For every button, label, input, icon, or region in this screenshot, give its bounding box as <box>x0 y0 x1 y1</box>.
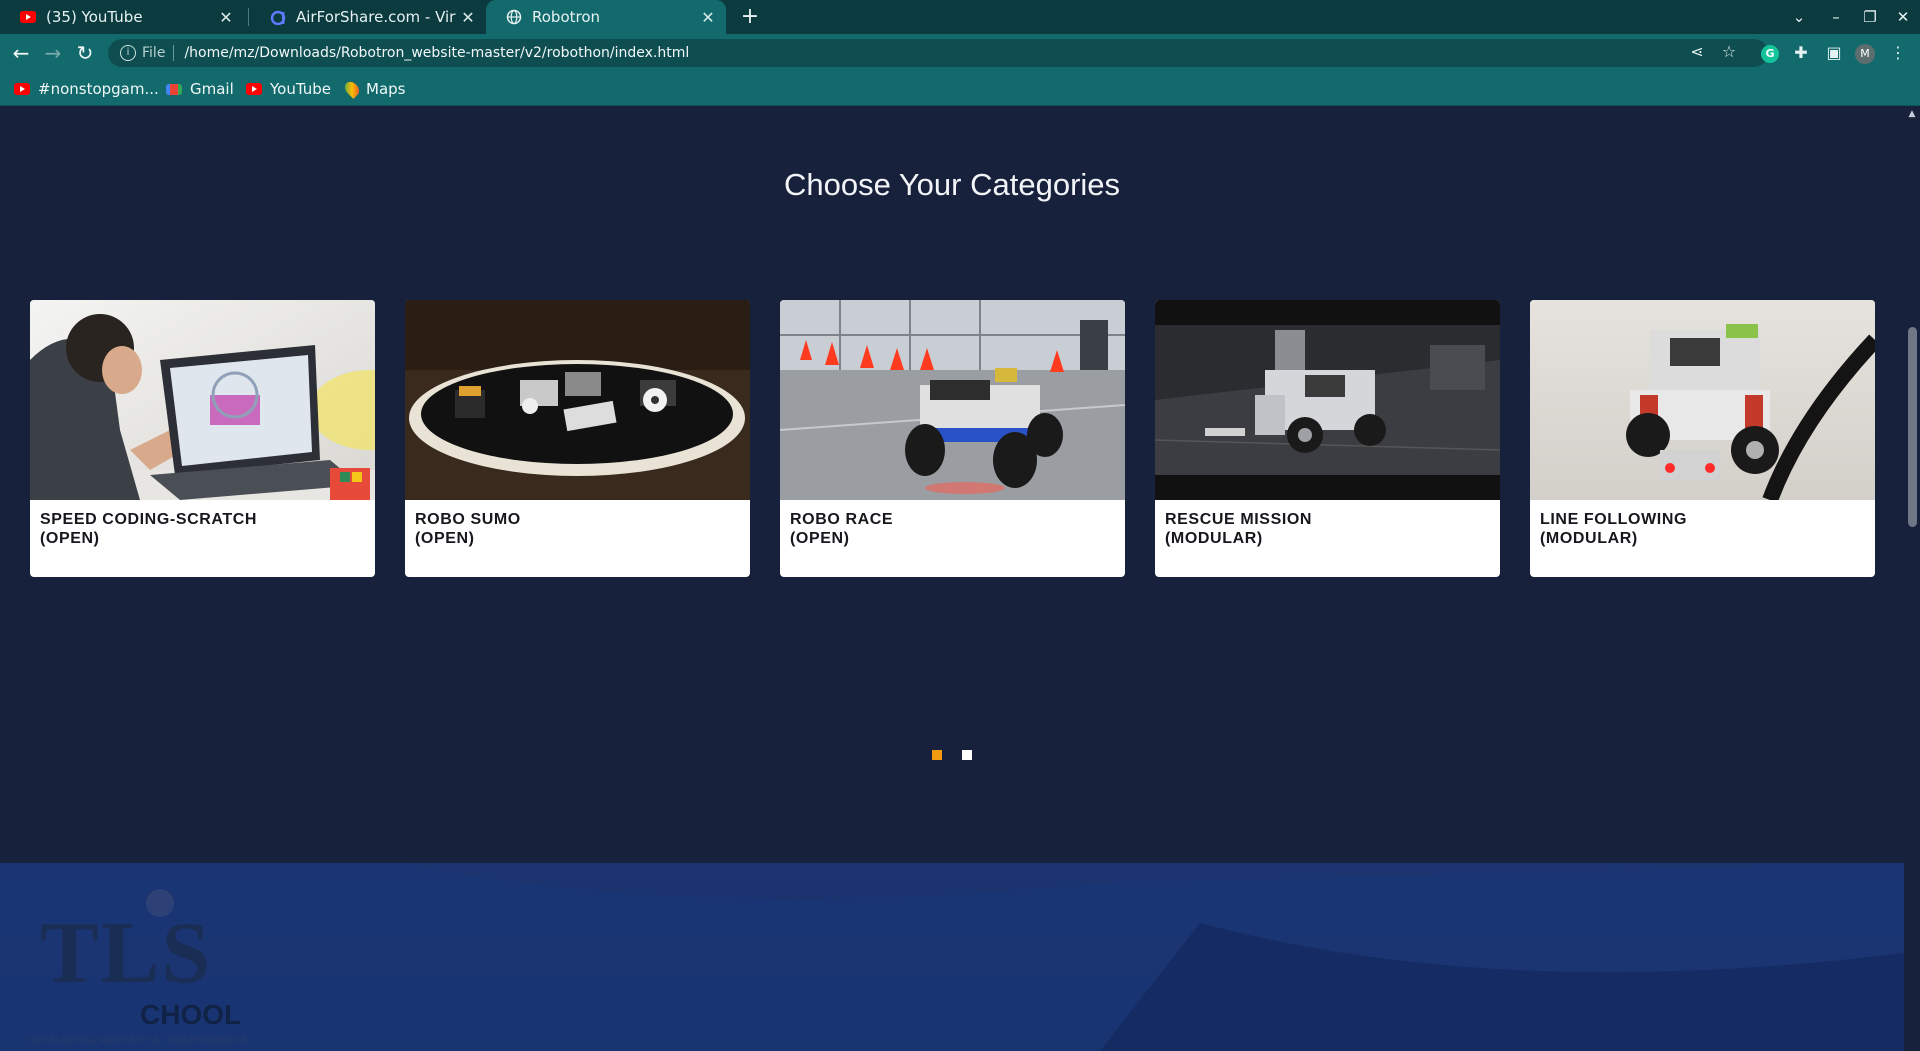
category-type: (OPEN) <box>790 530 850 547</box>
youtube-icon <box>14 83 30 95</box>
bookmark-label: Maps <box>366 80 406 98</box>
tab-title: Robotron <box>532 8 601 26</box>
new-tab-button[interactable]: + <box>736 3 764 31</box>
category-type: (MODULAR) <box>1165 530 1263 547</box>
tab-youtube[interactable]: (35) YouTube ✕ <box>0 0 244 34</box>
bookmarks-bar: #nonstopgam... Gmail YouTube Maps <box>0 72 1920 106</box>
restore-icon[interactable]: ❐ <box>1853 0 1887 34</box>
category-name: SPEED CODING-SCRATCH <box>40 511 258 528</box>
youtube-icon <box>20 11 36 23</box>
forward-icon[interactable]: → <box>38 38 68 68</box>
category-card-robo-sumo[interactable]: ROBO SUMO (OPEN) <box>405 300 750 577</box>
category-type: (MODULAR) <box>1540 530 1638 547</box>
close-window-icon[interactable]: ✕ <box>1886 0 1920 34</box>
close-tab-icon[interactable]: ✕ <box>456 8 480 27</box>
category-type: (OPEN) <box>40 530 100 547</box>
bookmark-maps[interactable]: Maps <box>342 79 406 99</box>
close-tab-icon[interactable]: ✕ <box>214 8 238 27</box>
lego-line-follower-photo <box>1530 300 1875 500</box>
gmail-icon <box>166 83 182 95</box>
page-scrollbar[interactable]: ▲ <box>1904 107 1920 1051</box>
category-name: RESCUE MISSION <box>1165 511 1313 528</box>
boy-with-laptop-photo <box>30 300 375 500</box>
close-tab-icon[interactable]: ✕ <box>696 8 720 27</box>
category-card-robo-race[interactable]: ROBO RACE (OPEN) <box>780 300 1125 577</box>
category-card-rescue-mission[interactable]: RESCUE MISSION (MODULAR) <box>1155 300 1500 577</box>
tab-robotron[interactable]: Robotron ✕ <box>486 0 726 34</box>
section-title: Choose Your Categories <box>783 167 1121 202</box>
address-url: /home/mz/Downloads/Robotron_website-mast… <box>184 45 690 61</box>
bookmark-gmail[interactable]: Gmail <box>166 79 234 99</box>
bookmark-star-icon[interactable]: ☆ <box>1715 38 1743 66</box>
maps-icon <box>342 79 362 99</box>
tab-title: (35) YouTube <box>46 8 143 26</box>
logo-text: TLS <box>40 905 213 1002</box>
tab-airforshare[interactable]: AirForShare.com - Virtual ✕ <box>250 0 486 34</box>
bookmark-label: YouTube <box>270 80 331 98</box>
bookmark-label: Gmail <box>190 80 234 98</box>
profile-avatar[interactable]: M <box>1855 44 1875 64</box>
tab-title: AirForShare.com - Virtual <box>296 8 456 26</box>
bookmark-nonstopgam[interactable]: #nonstopgam... <box>14 79 159 99</box>
category-name: LINE FOLLOWING <box>1540 511 1688 528</box>
tab-strip: (35) YouTube ✕ AirForShare.com - Virtual… <box>0 0 1920 34</box>
address-bar[interactable]: i File /home/mz/Downloads/Robotron_websi… <box>108 39 1768 67</box>
tab-separator <box>248 8 249 26</box>
page-viewport: Choose Your Categories SPEED CODING-SCRA… <box>0 107 1904 1051</box>
tab-search-icon[interactable]: ⌄ <box>1782 0 1816 34</box>
category-name: ROBO SUMO <box>415 511 521 528</box>
category-type: (OPEN) <box>415 530 475 547</box>
globe-icon <box>506 9 522 25</box>
scrollbar-thumb[interactable] <box>1908 327 1917 527</box>
address-divider <box>173 45 175 61</box>
lego-robot-arm-photo <box>1155 300 1500 500</box>
youtube-icon <box>246 83 262 95</box>
banner-background <box>0 863 1904 1051</box>
school-name: CHOOL <box>140 999 242 1030</box>
minimize-icon[interactable]: – <box>1819 0 1853 34</box>
share-icon[interactable]: ⋖ <box>1683 38 1711 66</box>
school-logo: TLS <box>40 903 212 1004</box>
browser-toolbar: ← → ↻ i File /home/mz/Downloads/Robotron… <box>0 34 1920 72</box>
category-name: ROBO RACE <box>790 511 894 528</box>
category-caption: LINE FOLLOWING (MODULAR) <box>1540 510 1860 548</box>
category-card-line-following[interactable]: LINE FOLLOWING (MODULAR) <box>1530 300 1875 577</box>
menu-kebab-icon[interactable]: ⋮ <box>1883 38 1913 68</box>
school-tagline: DEVELOPING MASTERY & INDEPENDENCE <box>28 1035 248 1045</box>
extensions-puzzle-icon[interactable]: ✚ <box>1786 38 1816 68</box>
bookmark-label: #nonstopgam... <box>38 80 159 98</box>
rc-robot-with-cones-photo <box>780 300 1125 500</box>
back-icon[interactable]: ← <box>6 38 36 68</box>
grammarly-extension-icon[interactable]: G <box>1761 45 1779 63</box>
category-card-speed-coding[interactable]: SPEED CODING-SCRATCH (OPEN) <box>30 300 375 577</box>
category-caption: ROBO SUMO (OPEN) <box>415 510 735 548</box>
carousel-dot-2[interactable] <box>962 750 972 760</box>
address-scheme: File <box>142 45 166 61</box>
bookmark-youtube[interactable]: YouTube <box>246 79 331 99</box>
category-caption: ROBO RACE (OPEN) <box>790 510 1110 548</box>
site-info-icon[interactable]: i <box>120 45 136 61</box>
school-banner: TLS CHOOL DEVELOPING MASTERY & INDEPENDE… <box>0 863 1904 1051</box>
carousel-dot-1[interactable] <box>932 750 942 760</box>
sumo-ring-robots-photo <box>405 300 750 500</box>
category-caption: SPEED CODING-SCRATCH (OPEN) <box>40 510 360 548</box>
category-caption: RESCUE MISSION (MODULAR) <box>1165 510 1485 548</box>
reload-icon[interactable]: ↻ <box>70 38 100 68</box>
side-panel-icon[interactable]: ▣ <box>1819 38 1849 68</box>
scroll-up-icon[interactable]: ▲ <box>1904 107 1920 121</box>
airforshare-icon <box>270 10 286 25</box>
